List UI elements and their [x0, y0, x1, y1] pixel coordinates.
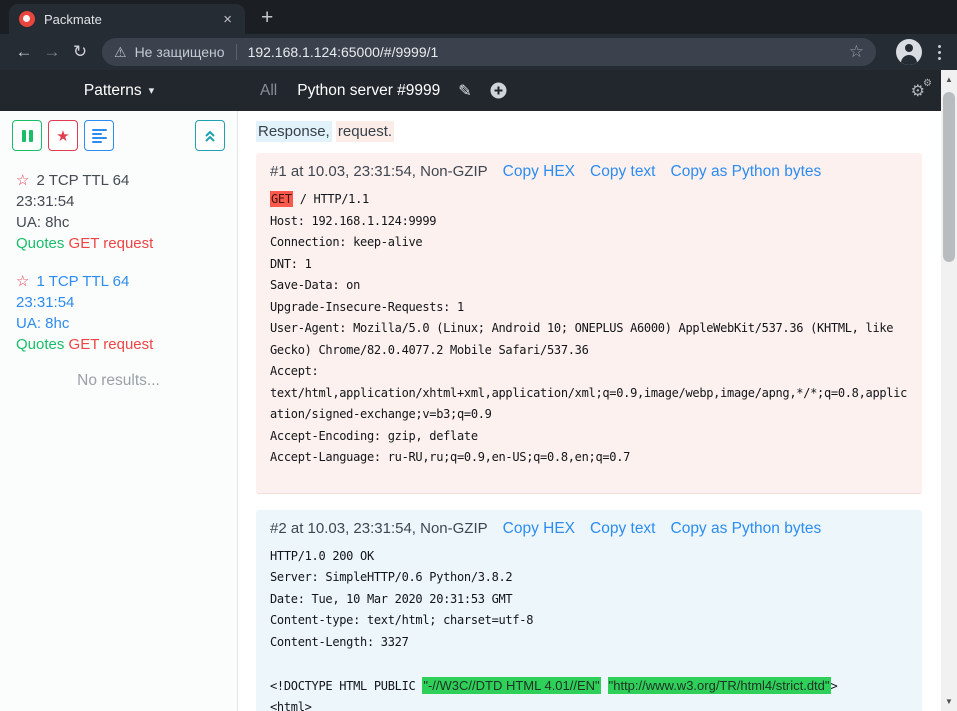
not-secure-warning-icon[interactable]: ⚠	[114, 44, 127, 61]
packet-meta: #1 at 10.03, 23:31:54, Non-GZIP	[270, 163, 488, 180]
copy-action-link[interactable]: Copy HEX	[503, 163, 575, 181]
stream-tags: Quotes GET request	[16, 334, 229, 355]
legend-response: Response,	[256, 121, 332, 142]
no-results-label: No results...	[0, 372, 237, 390]
packet-card-header: #2 at 10.03, 23:31:54, Non-GZIP Copy HEX C…	[256, 510, 922, 538]
scroll-down-icon[interactable]: ▼	[941, 697, 957, 706]
address-bar[interactable]: ⚠ Не защищено 192.168.1.124:65000/#/9999…	[102, 38, 876, 66]
pattern-tab[interactable]: All	[260, 82, 277, 100]
list-filter-button[interactable]	[84, 120, 114, 151]
copy-action-link[interactable]: Copy as Python bytes	[671, 520, 822, 538]
packet-content: HTTP/1.0 200 OK Server: SimpleHTTP/0.6 P…	[256, 538, 922, 711]
stream-tag: GET request	[69, 235, 154, 252]
url-divider	[236, 44, 237, 60]
stream-ua: UA: 8hc	[16, 313, 229, 334]
pattern-tab[interactable]: Python server #9999	[297, 82, 440, 100]
star-icon: ★	[56, 127, 69, 145]
copy-action-link[interactable]: Copy as Python bytes	[671, 163, 822, 181]
refresh-icon[interactable]: ↻	[66, 38, 94, 66]
tab-close-icon[interactable]: ×	[220, 11, 235, 28]
copy-action-link[interactable]: Copy text	[590, 163, 655, 181]
double-chevron-up-icon	[203, 129, 217, 143]
stream-tag: Quotes	[16, 235, 64, 252]
edit-pattern-icon[interactable]: ✎	[458, 81, 471, 101]
stream-tag: Quotes	[16, 336, 64, 353]
url-text[interactable]: 192.168.1.124:65000/#/9999/1	[248, 44, 849, 60]
highlight-green: "-//W3C//DTD HTML 4.01//EN"	[422, 677, 600, 694]
sidebar-toolbar: ★	[0, 111, 237, 151]
new-tab-button[interactable]: +	[261, 7, 273, 28]
favorite-star-icon[interactable]: ☆	[16, 172, 29, 189]
back-icon[interactable]: ←	[10, 38, 38, 66]
patterns-dropdown[interactable]: Patterns ▾	[0, 82, 238, 100]
add-pattern-icon[interactable]	[490, 82, 507, 99]
stream-title: 1 TCP TTL 64	[36, 273, 129, 290]
stream-tags: Quotes GET request	[16, 233, 229, 254]
bookmark-star-icon[interactable]: ☆	[849, 42, 864, 62]
scrollbar[interactable]: ▲ ▼	[941, 70, 957, 711]
browser-menu-icon[interactable]	[932, 41, 947, 64]
packet-card-response: #2 at 10.03, 23:31:54, Non-GZIP Copy HEX C…	[256, 510, 922, 711]
security-label: Не защищено	[135, 44, 225, 60]
stream-title: 2 TCP TTL 64	[36, 172, 129, 189]
packet-card-header: #1 at 10.03, 23:31:54, Non-GZIP Copy HEX C…	[256, 153, 922, 181]
browser-tab-strip: Packmate × +	[0, 0, 957, 34]
copy-action-link[interactable]: Copy text	[590, 520, 655, 538]
packet-card-request: #1 at 10.03, 23:31:54, Non-GZIP Copy HEX C…	[256, 153, 922, 494]
collapse-button[interactable]	[195, 120, 225, 151]
packet-list: #1 at 10.03, 23:31:54, Non-GZIP Copy HEX C…	[256, 153, 922, 711]
stream-sidebar: ★ ☆2 TCP TTL 6423:31:54UA: 8hcQuotes GET…	[0, 111, 238, 711]
chevron-down-icon: ▾	[149, 84, 155, 97]
patterns-label: Patterns	[84, 82, 142, 100]
scroll-up-icon[interactable]: ▲	[941, 75, 957, 84]
packmate-favicon-icon	[19, 11, 35, 27]
packet-view: Response, request. #1 at 10.03, 23:31:54…	[238, 111, 941, 711]
stream-time: 23:31:54	[16, 292, 229, 313]
highlight-green: "http://www.w3.org/TR/html4/strict.dtd"	[608, 677, 831, 694]
browser-toolbar: ← → ↻ ⚠ Не защищено 192.168.1.124:65000/…	[0, 34, 957, 70]
stream-item[interactable]: ☆1 TCP TTL 6423:31:54UA: 8hcQuotes GET r…	[16, 271, 229, 355]
stream-list: ☆2 TCP TTL 6423:31:54UA: 8hcQuotes GET r…	[0, 151, 237, 355]
scrollbar-thumb[interactable]	[943, 92, 955, 262]
legend-request: request.	[336, 121, 394, 142]
pattern-tabs: All Python server #9999	[260, 82, 440, 100]
stream-item[interactable]: ☆2 TCP TTL 6423:31:54UA: 8hcQuotes GET r…	[16, 170, 229, 254]
stream-ua: UA: 8hc	[16, 212, 229, 233]
legend: Response, request.	[256, 123, 922, 140]
favorites-filter-button[interactable]: ★	[48, 120, 78, 151]
profile-avatar[interactable]	[896, 39, 922, 65]
packet-content: GET / HTTP/1.1 Host: 192.168.1.124:9999 …	[256, 181, 922, 493]
highlight-red: GET	[270, 191, 293, 207]
settings-gears-icon[interactable]: ⚙ ⚙	[911, 81, 925, 101]
tab-title: Packmate	[44, 12, 220, 27]
favorite-star-icon[interactable]: ☆	[16, 273, 29, 290]
align-left-icon	[92, 129, 107, 143]
copy-action-link[interactable]: Copy HEX	[503, 520, 575, 538]
browser-tab[interactable]: Packmate ×	[9, 4, 245, 34]
pause-icon	[22, 130, 33, 142]
app-header: Patterns ▾ All Python server #9999 ✎ ⚙ ⚙	[0, 70, 941, 111]
stream-time: 23:31:54	[16, 191, 229, 212]
stream-tag: GET request	[69, 336, 154, 353]
packet-meta: #2 at 10.03, 23:31:54, Non-GZIP	[270, 520, 488, 537]
pause-capture-button[interactable]	[12, 120, 42, 151]
forward-icon[interactable]: →	[38, 38, 66, 66]
